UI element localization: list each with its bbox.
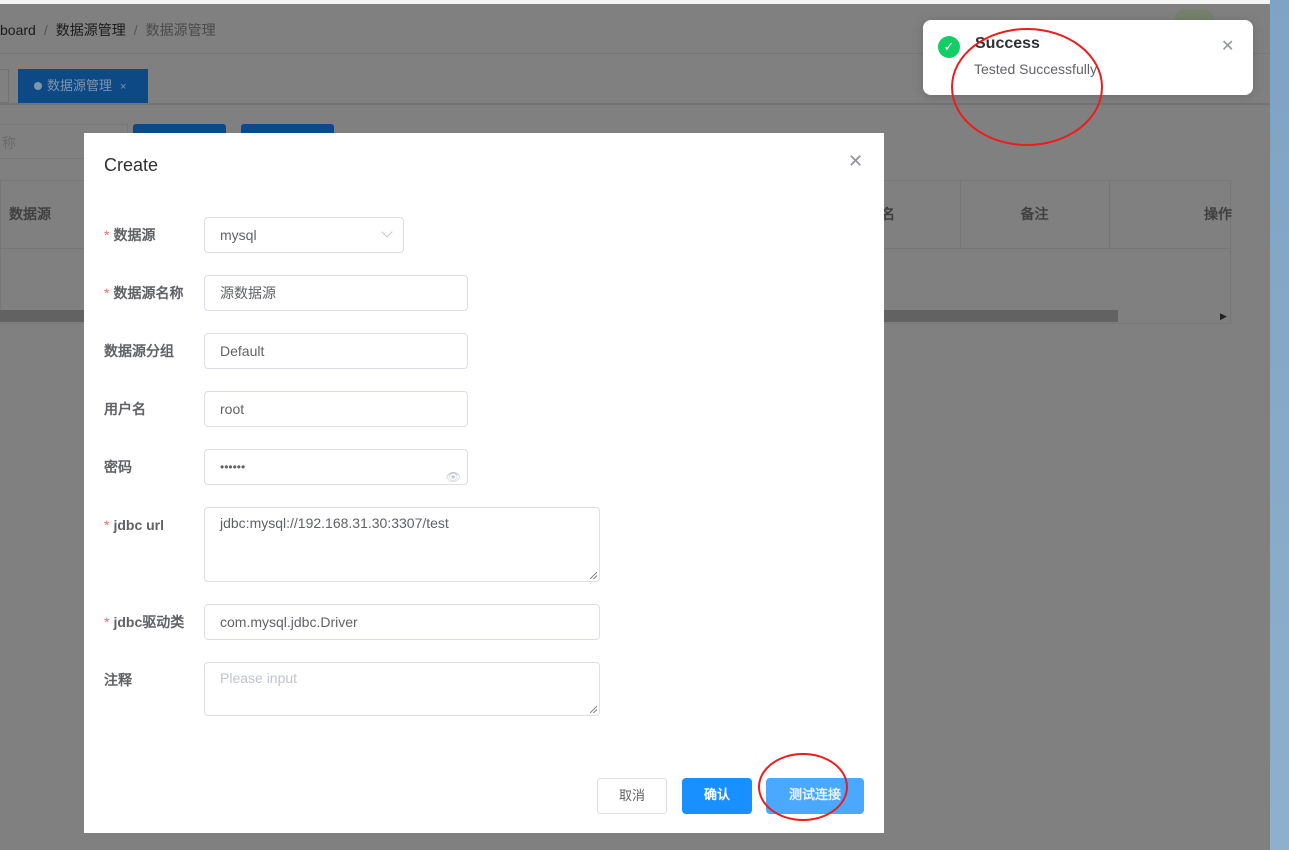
- cancel-button[interactable]: 取消: [597, 778, 667, 814]
- tab-previous[interactable]: [0, 69, 9, 103]
- field-label: 注释: [104, 672, 132, 688]
- field-label: 数据源分组: [104, 343, 174, 359]
- confirm-button[interactable]: 确认: [682, 778, 752, 814]
- active-dot-icon: [34, 82, 42, 90]
- jdbc-url-textarea[interactable]: jdbc:mysql://192.168.31.30:3307/test: [204, 507, 600, 582]
- scroll-right-icon[interactable]: ▶: [1220, 311, 1227, 322]
- top-border: [0, 0, 1270, 4]
- column-header: 操作: [1204, 206, 1232, 222]
- divider: [0, 103, 1270, 105]
- column-header: 数据源: [9, 206, 51, 222]
- field-label: * 数据源: [104, 227, 156, 243]
- eye-icon[interactable]: 👁: [446, 460, 461, 494]
- field-label: 密码: [104, 459, 132, 475]
- column-header: 备注: [960, 181, 1110, 248]
- datasource-group-input[interactable]: Default: [204, 333, 468, 369]
- field-label: * jdbc url: [104, 517, 165, 533]
- dialog-title: Create: [104, 155, 159, 175]
- breadcrumb-item[interactable]: board: [0, 22, 36, 38]
- breadcrumb-item[interactable]: 数据源管理: [56, 22, 126, 38]
- tab-datasource[interactable]: 数据源管理 ×: [18, 69, 148, 103]
- datasource-select[interactable]: mysql: [204, 217, 404, 253]
- close-icon[interactable]: ✕: [848, 151, 863, 172]
- notification-message: Tested Successfully: [974, 61, 1097, 77]
- notification-title: Success: [975, 35, 1040, 52]
- close-icon[interactable]: ✕: [1221, 36, 1234, 56]
- close-tab-icon[interactable]: ×: [120, 81, 126, 93]
- create-dialog: Create ✕ * 数据源 mysql * 数据源名称 源数据源 数据源分组 De…: [84, 133, 884, 833]
- desktop-edge: [1270, 0, 1289, 850]
- search-placeholder: 称: [2, 135, 16, 151]
- comment-textarea[interactable]: Please input: [204, 662, 600, 716]
- field-label: 用户名: [104, 401, 146, 417]
- tab-label: 数据源管理: [47, 78, 113, 93]
- breadcrumb: board / 数据源管理 / 数据源管理: [0, 22, 216, 38]
- jdbc-driver-input[interactable]: com.mysql.jdbc.Driver: [204, 604, 600, 640]
- test-connection-button[interactable]: 测试连接: [766, 778, 864, 814]
- chevron-down-icon: [381, 226, 393, 238]
- datasource-name-input[interactable]: 源数据源: [204, 275, 468, 311]
- field-label: * 数据源名称: [104, 285, 184, 301]
- password-input[interactable]: •••••• 👁: [204, 449, 468, 485]
- breadcrumb-current: 数据源管理: [145, 22, 216, 38]
- success-notification: ✓ Success Tested Successfully ✕: [923, 20, 1253, 95]
- check-circle-icon: ✓: [938, 36, 960, 58]
- username-input[interactable]: root: [204, 391, 468, 427]
- field-label: * jdbc驱动类: [104, 614, 185, 630]
